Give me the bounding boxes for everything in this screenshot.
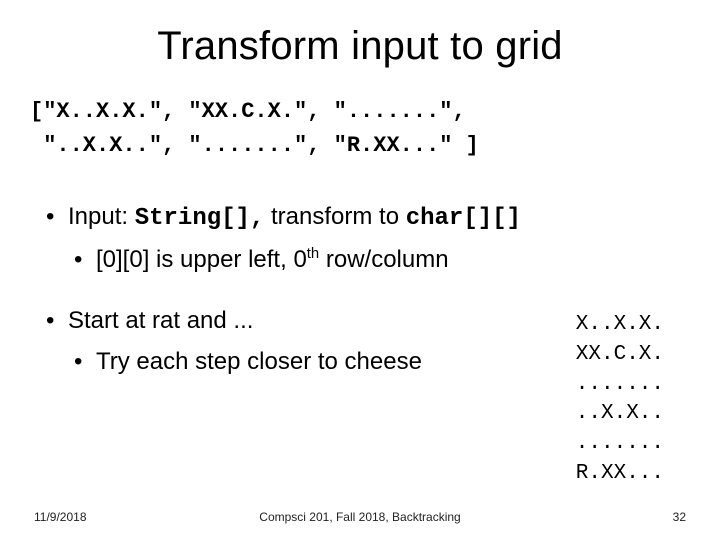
footer-title: Compsci 201, Fall 2018, Backtracking <box>0 510 720 524</box>
superscript-th: th <box>307 246 319 262</box>
text: transform to <box>264 203 405 230</box>
code-line-1: ["X..X.X.", "XX.C.X.", ".......", <box>30 99 466 124</box>
code-array: ["X..X.X.", "XX.C.X.", ".......", "..X.X… <box>30 95 678 163</box>
page-title: Transform input to grid <box>42 24 678 69</box>
text: row/column <box>319 246 448 273</box>
grid-row-4: ....... <box>576 432 664 455</box>
grid-row-0: X..X.X. <box>576 313 664 336</box>
text: Input: <box>68 203 135 230</box>
code-char-array: char[][] <box>406 205 521 232</box>
bullet-index: [0][0] is upper left, 0th row/column <box>42 240 678 281</box>
grid-row-5: R.XX... <box>576 462 664 485</box>
grid-row-2: ....... <box>576 373 664 396</box>
code-string-array: String[], <box>135 205 265 232</box>
footer: 11/9/2018 Compsci 201, Fall 2018, Backtr… <box>0 510 720 524</box>
footer-date: 11/9/2018 <box>34 510 87 524</box>
grid-row-1: XX.C.X. <box>576 343 664 366</box>
page-number: 32 <box>673 510 686 524</box>
code-line-2: "..X.X..", ".......", "R.XX..." ] <box>30 133 479 158</box>
text: [0][0] is upper left, 0 <box>96 246 307 273</box>
slide: Transform input to grid ["X..X.X.", "XX.… <box>0 0 720 540</box>
grid-visual: X..X.X. XX.C.X. ....... ..X.X.. ....... … <box>576 310 664 489</box>
bullet-input: Input: String[], transform to char[][] <box>42 197 678 240</box>
grid-row-3: ..X.X.. <box>576 402 664 425</box>
